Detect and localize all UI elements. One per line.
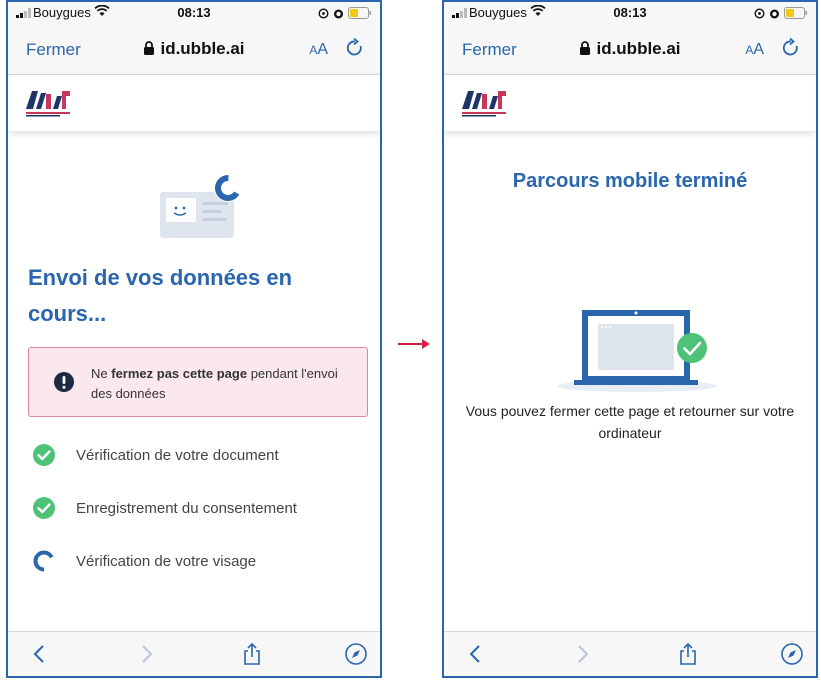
check-icon <box>33 497 55 519</box>
lock-icon <box>144 41 155 55</box>
reload-icon[interactable] <box>780 37 802 59</box>
site-header <box>444 75 816 131</box>
page-title: Envoi de vos données en cours... <box>28 265 293 326</box>
lock-icon <box>580 41 591 55</box>
orientation-lock-icon <box>754 7 765 19</box>
reload-icon[interactable] <box>344 37 366 59</box>
alarm-icon <box>770 9 779 18</box>
forward-icon[interactable] <box>134 642 158 666</box>
back-icon[interactable] <box>28 642 52 666</box>
step-label: Vérification de votre document <box>76 446 279 464</box>
url-text: id.ubble.ai <box>596 39 681 58</box>
warning-banner: Ne fermez pas cette page pendant l'envoi… <box>28 347 368 417</box>
browser-toolbar <box>8 631 380 676</box>
battery-icon <box>348 7 371 19</box>
back-icon[interactable] <box>464 642 488 666</box>
step-item: Vérification de votre document <box>32 441 279 469</box>
id-card-illustration <box>160 174 242 238</box>
status-icons <box>318 6 372 20</box>
text-size-button[interactable]: AA <box>309 41 328 59</box>
check-icon <box>33 444 55 466</box>
completion-message: Vous pouvez fermer cette page et retourn… <box>465 403 795 441</box>
battery-icon <box>784 7 807 19</box>
orientation-lock-icon <box>318 7 329 19</box>
compass-icon[interactable] <box>780 642 804 666</box>
ans-logo <box>26 91 70 117</box>
warning-text: Ne fermez pas cette page pendant l'envoi… <box>91 366 338 401</box>
forward-icon[interactable] <box>570 642 594 666</box>
alarm-icon <box>334 9 343 18</box>
ans-logo <box>462 91 506 117</box>
site-header <box>8 75 380 131</box>
text-size-button[interactable]: AA <box>745 41 764 59</box>
compass-icon[interactable] <box>344 642 368 666</box>
step-label: Enregistrement du consentement <box>76 499 297 517</box>
spinner-icon <box>33 550 55 572</box>
browser-toolbar <box>444 631 816 676</box>
browser-navbar: Fermer id.ubble.ai AA <box>8 24 380 75</box>
exclamation-icon <box>54 372 74 392</box>
step-item: Vérification de votre visage <box>32 547 256 575</box>
status-bar: Bouygues 08:13 <box>8 2 380 24</box>
step-label: Vérification de votre visage <box>76 552 257 570</box>
step-item: Enregistrement du consentement <box>32 494 297 522</box>
laptop-check-illustration <box>557 310 717 392</box>
page-title: Parcours mobile terminé <box>512 170 748 192</box>
status-bar: Bouygues 08:13 <box>444 2 816 24</box>
status-icons <box>754 6 808 20</box>
phone-screen-finished: Bouygues 08:13 Fermer id.ubble.ai AA Par… <box>442 0 818 678</box>
url-text: id.ubble.ai <box>160 39 245 58</box>
share-icon[interactable] <box>676 642 700 666</box>
phone-screen-sending: Bouygues 08:13 Fermer id.ubble.ai AA Env… <box>6 0 382 678</box>
browser-navbar: Fermer id.ubble.ai AA <box>444 24 816 75</box>
share-icon[interactable] <box>240 642 264 666</box>
transition-arrow-icon <box>398 339 430 349</box>
